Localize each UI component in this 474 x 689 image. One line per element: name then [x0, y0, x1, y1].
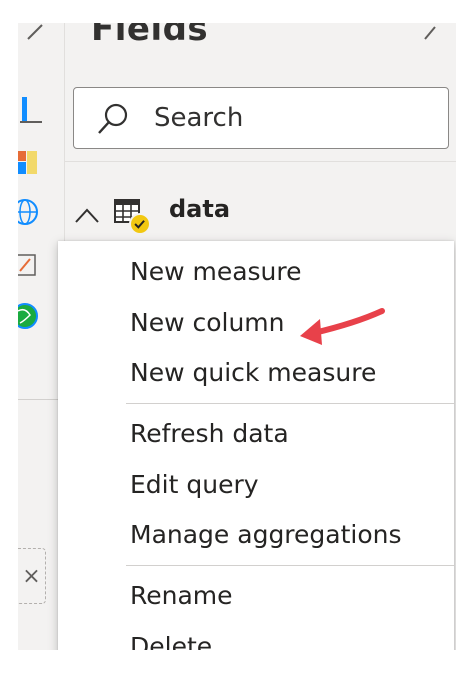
pane-separator	[65, 161, 456, 162]
menu-item-new-column[interactable]: New column	[130, 308, 285, 337]
pane-title: Fields	[91, 23, 209, 49]
check-badge-icon	[129, 213, 151, 235]
search-placeholder: Search	[154, 103, 244, 133]
table-name: data	[169, 195, 231, 223]
remove-field-button[interactable]: ×	[18, 548, 46, 604]
screenshot-stage: × Fields Search data New measure New col…	[18, 23, 456, 650]
collapse-arrow-icon[interactable]	[24, 23, 50, 45]
chevron-up-icon[interactable]	[73, 203, 101, 227]
menu-item-delete[interactable]: Delete	[130, 632, 212, 650]
menu-divider	[126, 565, 454, 566]
shape-map-icon[interactable]	[18, 301, 40, 331]
menu-item-new-measure[interactable]: New measure	[130, 257, 302, 286]
globe-map-icon[interactable]	[18, 197, 40, 227]
filled-map-icon[interactable]	[18, 253, 38, 279]
search-icon	[98, 103, 128, 134]
annotation-arrow-icon	[300, 308, 385, 345]
context-menu: New measure New column New quick measure…	[58, 241, 454, 650]
search-input[interactable]: Search	[73, 87, 449, 149]
menu-item-edit-query[interactable]: Edit query	[130, 470, 259, 499]
close-icon: ×	[22, 563, 41, 589]
menu-item-manage-aggregations[interactable]: Manage aggregations	[130, 520, 402, 549]
menu-divider	[126, 403, 454, 404]
table-row-data[interactable]: data	[65, 195, 456, 239]
chevron-right-icon[interactable]	[415, 23, 445, 47]
bar-chart-icon[interactable]	[20, 95, 42, 125]
menu-item-new-quick-measure[interactable]: New quick measure	[130, 358, 376, 387]
treemap-icon[interactable]	[18, 149, 40, 179]
menu-item-refresh-data[interactable]: Refresh data	[130, 419, 289, 448]
menu-item-rename[interactable]: Rename	[130, 581, 233, 610]
